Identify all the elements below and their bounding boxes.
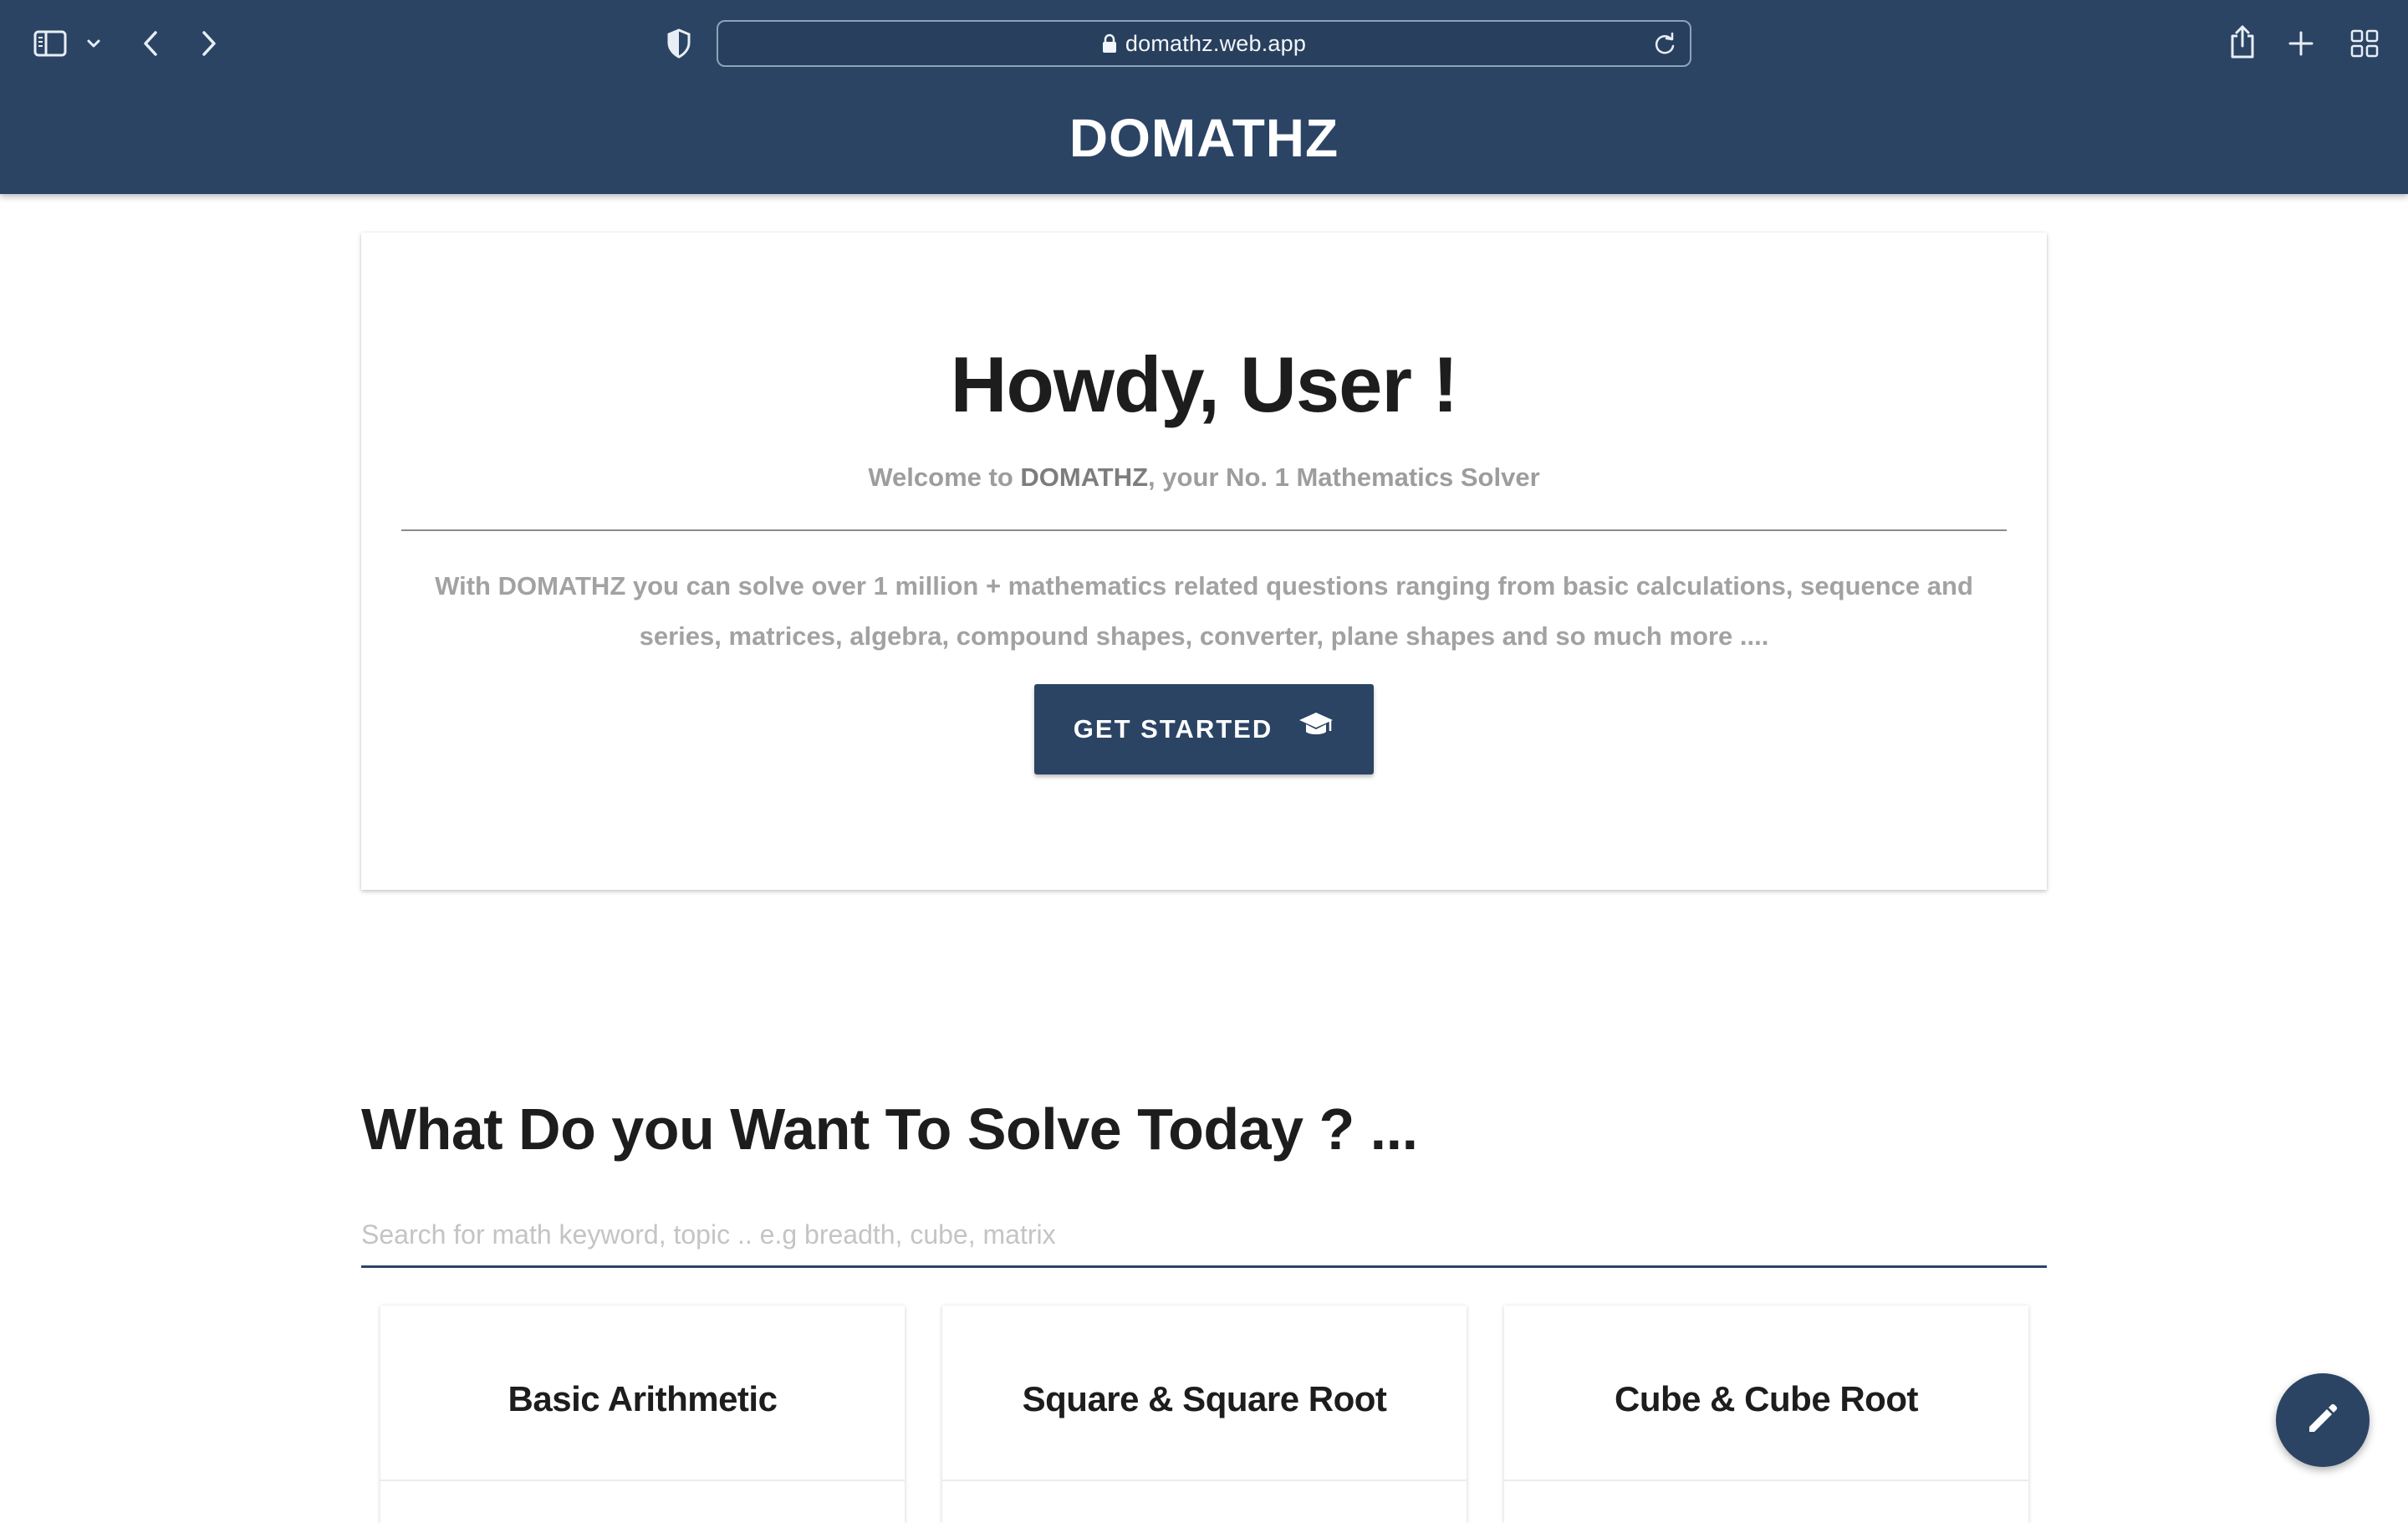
get-started-button[interactable]: GET STARTED	[1034, 684, 1374, 774]
graduation-cap-icon	[1298, 711, 1334, 748]
site-brand-title[interactable]: DOMATHZ	[0, 107, 2408, 169]
topic-card-basic-arithmetic[interactable]: Basic Arithmetic	[380, 1306, 905, 1523]
hero-card: Howdy, User ! Welcome to DOMATHZ, your N…	[361, 233, 2047, 890]
get-started-label: GET STARTED	[1073, 714, 1273, 744]
new-tab-button[interactable]	[2284, 25, 2318, 62]
address-url: domathz.web.app	[1125, 30, 1307, 56]
welcome-brand: DOMATHZ	[1020, 463, 1149, 492]
back-icon	[141, 29, 160, 58]
card-divider	[380, 1480, 905, 1481]
browser-toolbar: domathz.web.app DOMATHZ	[0, 0, 2408, 194]
privacy-report-button[interactable]	[662, 25, 696, 62]
card-divider	[942, 1480, 1467, 1481]
hero-description: With DOMATHZ you can solve over 1 millio…	[435, 571, 1973, 651]
back-button[interactable]	[134, 23, 167, 64]
greeting-heading: Howdy, User !	[950, 340, 1459, 428]
tab-overview-button[interactable]	[2346, 25, 2383, 62]
pencil-icon	[2304, 1400, 2341, 1441]
share-button[interactable]	[2226, 20, 2259, 64]
welcome-prefix: Welcome to	[868, 463, 1021, 492]
share-icon	[2229, 24, 2256, 59]
sidebar-menu-button[interactable]	[84, 32, 104, 55]
topic-title: Cube & Cube Root	[1615, 1379, 1918, 1418]
address-bar[interactable]: domathz.web.app	[717, 20, 1691, 67]
edit-fab-button[interactable]	[2276, 1373, 2370, 1467]
solve-section-title: What Do you Want To Solve Today ? ...	[361, 1096, 1418, 1162]
forward-icon	[200, 29, 218, 58]
reload-icon[interactable]	[1653, 32, 1676, 61]
tab-overview-icon	[2350, 29, 2379, 58]
lock-icon	[1102, 33, 1117, 54]
hero-divider	[401, 529, 2007, 531]
new-tab-icon	[2288, 30, 2314, 57]
welcome-suffix: , your No. 1 Mathematics Solver	[1148, 463, 1540, 492]
sidebar-icon	[33, 30, 67, 57]
chevron-down-icon	[86, 38, 101, 49]
topic-card-square-root[interactable]: Square & Square Root	[942, 1306, 1467, 1523]
card-divider	[1504, 1480, 2028, 1481]
welcome-text: Welcome to DOMATHZ, your No. 1 Mathemati…	[361, 463, 2047, 493]
topic-title: Square & Square Root	[1022, 1379, 1387, 1418]
topic-title: Basic Arithmetic	[508, 1379, 778, 1418]
topic-card-cube-root[interactable]: Cube & Cube Root	[1504, 1306, 2028, 1523]
shield-icon	[666, 28, 691, 59]
sidebar-toggle-button[interactable]	[30, 25, 70, 62]
search-input[interactable]	[361, 1204, 2047, 1268]
forward-button[interactable]	[192, 23, 226, 64]
